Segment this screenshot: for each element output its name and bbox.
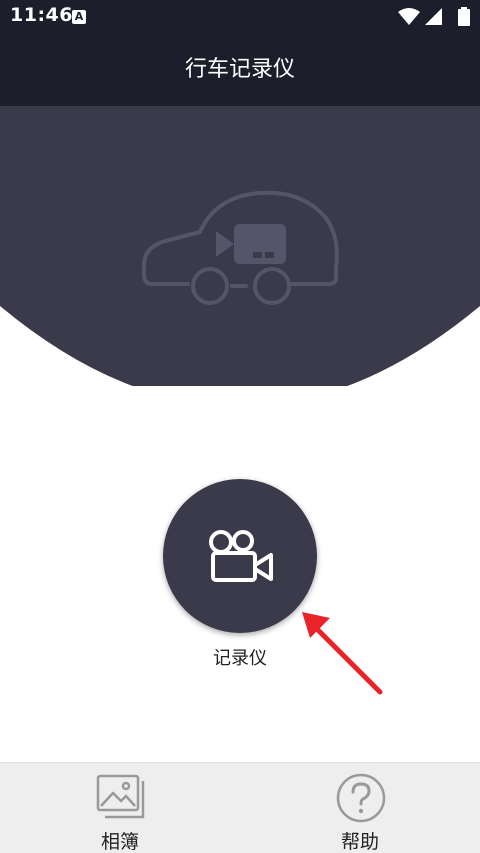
photo-album-icon [96, 774, 145, 819]
notification-a-icon: A [72, 10, 86, 24]
nav-item-help[interactable]: 帮助 [240, 763, 480, 853]
nav-label-album: 相簿 [100, 831, 139, 853]
battery-icon [458, 7, 470, 26]
recorder-button[interactable] [163, 479, 317, 633]
bottom-nav: 相簿 帮助 [0, 762, 480, 853]
recorder-label: 记录仪 [213, 648, 267, 669]
car-camera-icon [142, 190, 339, 305]
nav-label-help: 帮助 [340, 831, 379, 853]
video-camera-icon [209, 530, 273, 582]
title-bar: 行车记录仪 [0, 33, 480, 106]
help-icon [336, 773, 386, 823]
screen: 11:46 A 行车记录仪 记录仪 相簿 帮助 [0, 0, 480, 853]
cellular-signal-icon [425, 8, 442, 25]
status-time: 11:46 [10, 4, 73, 26]
page-title: 行车记录仪 [184, 57, 295, 82]
status-bar: 11:46 A [0, 0, 480, 33]
nav-item-album[interactable]: 相簿 [0, 763, 240, 853]
status-icons [398, 7, 470, 26]
wifi-icon [398, 8, 420, 25]
red-arrow-annotation [302, 612, 383, 695]
